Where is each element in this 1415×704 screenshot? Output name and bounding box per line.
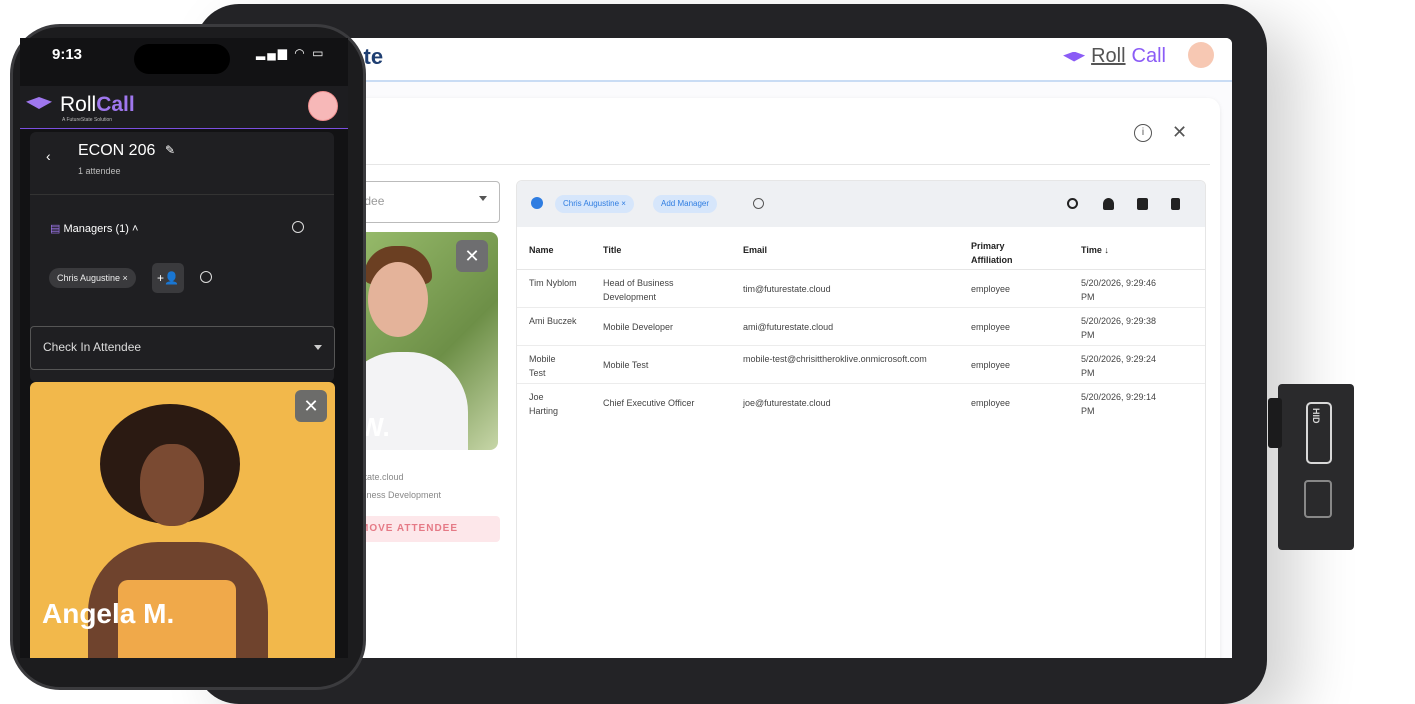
status-time: 9:13 xyxy=(52,46,83,63)
cell-time: 5/20/2026, 9:29:46 PM xyxy=(1081,278,1157,302)
attendee-email: state.cloud xyxy=(360,472,404,482)
add-manager-button[interactable]: Add Manager xyxy=(653,195,718,213)
divider xyxy=(340,164,1210,165)
logo-call: Call xyxy=(1131,45,1166,67)
cell-title: Head of Business Development xyxy=(603,278,674,302)
info-icon[interactable] xyxy=(292,221,304,233)
course-title: ECON 206 xyxy=(78,142,156,159)
tap-card-icon xyxy=(1304,480,1332,518)
attendee-name: Angela M. xyxy=(42,598,175,629)
info-icon[interactable]: i xyxy=(1134,124,1152,142)
check-in-attendee-select[interactable]: Check In Attendee xyxy=(30,326,335,370)
info-icon[interactable] xyxy=(200,271,212,283)
export-file-icon[interactable] xyxy=(1137,198,1148,210)
grad-cap-icon xyxy=(26,97,52,109)
chevron-down-icon xyxy=(479,196,487,201)
photo-face xyxy=(140,444,204,526)
cell-time: 5/20/2026, 9:29:38 PM xyxy=(1081,316,1157,340)
attendee-table: Chris Augustine × Add Manager Name Title… xyxy=(516,180,1206,658)
photo-face xyxy=(368,262,428,337)
col-time[interactable]: Time ↓ xyxy=(1081,245,1109,255)
cell-email: ami@futurestate.cloud xyxy=(743,322,834,332)
managers-label: Managers (1) ˄ xyxy=(63,223,139,235)
reader-slot xyxy=(1268,398,1282,448)
logo-roll: Roll xyxy=(1091,45,1126,67)
cell-title: Mobile Test xyxy=(603,360,649,370)
grad-cap-icon xyxy=(1063,51,1086,62)
select-label: Check In Attendee xyxy=(43,340,142,354)
cell-affiliation: employee xyxy=(971,284,1011,294)
card-reader: HID xyxy=(1268,384,1354,550)
attendee-title: siness Development xyxy=(360,490,442,500)
cell-time: 5/20/2026, 9:29:14 PM xyxy=(1081,392,1157,416)
cell-name: Mobile Test xyxy=(529,354,556,378)
hid-label: HID xyxy=(1311,408,1321,424)
cell-title: Mobile Developer xyxy=(603,322,674,332)
cell-title: Chief Executive Officer xyxy=(603,398,695,408)
col-name[interactable]: Name xyxy=(529,245,554,255)
remove-attendee-button[interactable]: MOVE ATTENDEE xyxy=(350,516,500,542)
avatar[interactable] xyxy=(1188,42,1214,68)
badge-icon[interactable] xyxy=(1103,198,1114,210)
table-row[interactable]: Joe Harting Chief Executive Officer joe@… xyxy=(517,384,1205,421)
cell-email: tim@futurestate.cloud xyxy=(743,284,831,294)
dynamic-island xyxy=(134,44,230,74)
trash-icon[interactable] xyxy=(1171,198,1180,210)
close-icon[interactable]: ✕ xyxy=(1172,122,1187,143)
col-title[interactable]: Title xyxy=(603,245,621,255)
table-row[interactable]: Ami Buczek Mobile Developer ami@futurest… xyxy=(517,308,1205,346)
cell-affiliation: employee xyxy=(971,322,1011,332)
table-header: Name Title Email Primary Affiliation Tim… xyxy=(517,233,1205,270)
manager-chip[interactable]: Chris Augustine × xyxy=(555,195,634,213)
managers-toggle[interactable]: ▤ Managers (1) ˄ xyxy=(50,222,138,235)
phone-brand: RollCall xyxy=(60,93,135,117)
table-toolbar: Chris Augustine × Add Manager xyxy=(517,181,1205,227)
hid-logo-icon: HID xyxy=(1306,402,1332,464)
cell-name: Joe Harting xyxy=(529,392,559,416)
info-icon[interactable] xyxy=(753,198,764,209)
attendee-photo: Angela M. ✕ xyxy=(30,382,335,658)
table-row[interactable]: Mobile Test Mobile Test mobile-test@chri… xyxy=(517,346,1205,384)
close-photo-button[interactable]: ✕ xyxy=(295,390,327,422)
divider xyxy=(30,194,334,195)
cell-email: mobile-test@chrisittheroklive.onmicrosof… xyxy=(743,354,927,364)
close-photo-button[interactable]: ✕ xyxy=(456,240,488,272)
avatar[interactable] xyxy=(308,91,338,121)
cell-affiliation: employee xyxy=(971,360,1011,370)
back-icon[interactable]: ‹ xyxy=(46,148,51,164)
brand-subtitle: A FutureState Solution xyxy=(62,117,113,123)
edit-icon[interactable]: ✎ xyxy=(165,143,175,157)
manager-chip[interactable]: Chris Augustine × xyxy=(49,268,136,288)
brand-roll: Roll xyxy=(60,93,97,116)
phone-app-bar: RollCall A FutureState Solution xyxy=(20,86,348,129)
rollcall-logo: Roll Call xyxy=(1063,45,1166,68)
status-icons: ▂▄▆ ◠ ▭ xyxy=(256,46,326,60)
cell-time: 5/20/2026, 9:29:24 PM xyxy=(1081,354,1157,378)
cell-name: Ami Buczek xyxy=(529,316,577,326)
chevron-down-icon xyxy=(314,345,322,350)
cell-email: joe@futurestate.cloud xyxy=(743,398,831,408)
cell-name: Tim Nyblom xyxy=(529,278,577,288)
col-email[interactable]: Email xyxy=(743,245,767,255)
search-icon[interactable] xyxy=(1067,198,1078,209)
table-row[interactable]: Tim Nyblom Head of Business Development … xyxy=(517,270,1205,308)
add-manager-button[interactable]: +👤 xyxy=(152,263,184,293)
phone-screen: RollCall A FutureState Solution ‹ ECON 2… xyxy=(20,38,348,658)
cell-affiliation: employee xyxy=(971,398,1011,408)
attendee-count: 1 attendee xyxy=(78,166,121,176)
col-affiliation[interactable]: Primary Affiliation xyxy=(971,239,1031,267)
calendar-icon: ▤ xyxy=(50,223,61,235)
person-icon xyxy=(531,197,543,209)
brand-call: Call xyxy=(96,93,135,116)
